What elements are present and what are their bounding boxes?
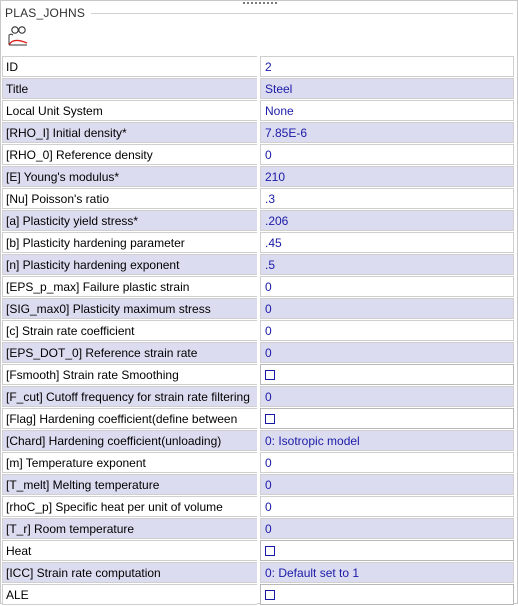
attribute-row: [Nu] Poisson's ratio .3 (2, 188, 514, 210)
attribute-label: [m] Temperature exponent (2, 452, 257, 473)
attribute-label: [ICC] Strain rate computation (2, 562, 257, 583)
attribute-row: [Chard] Hardening coefficient(unloading)… (2, 430, 514, 452)
attribute-row: [SIG_max0] Plasticity maximum stress 0 (2, 298, 514, 320)
attribute-label: [c] Strain rate coefficient (2, 320, 257, 341)
attribute-row: [a] Plasticity yield stress* .206 (2, 210, 514, 232)
attribute-value-field[interactable]: 7.85E-6 (260, 122, 514, 143)
attribute-label: [Chard] Hardening coefficient(unloading) (2, 430, 257, 451)
attribute-row: [n] Plasticity hardening exponent .5 (2, 254, 514, 276)
checkbox[interactable] (265, 590, 275, 600)
attribute-value-field[interactable]: 0 (260, 342, 514, 363)
attribute-value-field[interactable]: 0: Default set to 1 (260, 562, 514, 583)
attribute-row: Heat (2, 540, 514, 562)
attribute-row: [b] Plasticity hardening parameter .45 (2, 232, 514, 254)
attribute-value-field[interactable]: 0: Isotropic model (260, 430, 514, 451)
attribute-row: [F_cut] Cutoff frequency for strain rate… (2, 386, 514, 408)
attribute-value-field[interactable]: .206 (260, 210, 514, 231)
attribute-label: [RHO_0] Reference density (2, 144, 257, 165)
attribute-table: ID 2 Title Steel Local Unit System None [RHO_I… (2, 56, 514, 606)
attribute-value-field[interactable]: 0 (260, 496, 514, 517)
attribute-row: [Flag] Hardening coefficient(define betw… (2, 408, 514, 430)
attribute-value-field[interactable]: 0 (260, 518, 514, 539)
attribute-value-field[interactable]: 0 (260, 320, 514, 341)
attribute-row: Local Unit System None (2, 100, 514, 122)
attribute-label: [EPS_DOT_0] Reference strain rate (2, 342, 257, 363)
attribute-row: ID 2 (2, 56, 514, 78)
attribute-value-field[interactable]: 2 (260, 56, 514, 77)
checkbox[interactable] (265, 370, 275, 380)
checkbox[interactable] (265, 414, 275, 424)
attribute-row: [m] Temperature exponent 0 (2, 452, 514, 474)
header-divider (91, 13, 513, 14)
attribute-row: [E] Young's modulus* 210 (2, 166, 514, 188)
attribute-label: Heat (2, 540, 257, 561)
material-panel: PLAS_JOHNS ID 2 Title Steel Local Unit Syste… (0, 0, 518, 606)
attribute-checkbox-cell[interactable] (260, 540, 514, 561)
attribute-checkbox-cell[interactable] (260, 364, 514, 385)
attribute-value-field[interactable]: .3 (260, 188, 514, 209)
attribute-label: ID (2, 56, 257, 77)
resize-grip[interactable] (242, 1, 278, 5)
attribute-row: [rhoC_p] Specific heat per unit of volum… (2, 496, 514, 518)
attribute-value-field[interactable]: 0 (260, 298, 514, 319)
attribute-label: [SIG_max0] Plasticity maximum stress (2, 298, 257, 319)
material-curve-icon[interactable] (7, 23, 29, 47)
attribute-row: ALE (2, 584, 514, 606)
attribute-row: [EPS_p_max] Failure plastic strain 0 (2, 276, 514, 298)
attribute-value-field[interactable]: 210 (260, 166, 514, 187)
attribute-label: [rhoC_p] Specific heat per unit of volum… (2, 496, 257, 517)
attribute-row: [RHO_I] Initial density* 7.85E-6 (2, 122, 514, 144)
attribute-value-field[interactable]: 0 (260, 276, 514, 297)
attribute-label: [Nu] Poisson's ratio (2, 188, 257, 209)
attribute-row: [T_r] Room temperature 0 (2, 518, 514, 540)
panel-title: PLAS_JOHNS (5, 6, 86, 20)
attribute-label: [F_cut] Cutoff frequency for strain rate… (2, 386, 257, 407)
attribute-label: [n] Plasticity hardening exponent (2, 254, 257, 275)
attribute-row: Title Steel (2, 78, 514, 100)
attribute-label: [T_r] Room temperature (2, 518, 257, 539)
attribute-label: [E] Young's modulus* (2, 166, 257, 187)
attribute-checkbox-cell[interactable] (260, 584, 514, 605)
attribute-value-field[interactable]: 0 (260, 144, 514, 165)
attribute-row: [T_melt] Melting temperature 0 (2, 474, 514, 496)
attribute-value-field[interactable]: None (260, 100, 514, 121)
attribute-label: Local Unit System (2, 100, 257, 121)
attribute-checkbox-cell[interactable] (260, 408, 514, 429)
attribute-value-field[interactable]: 0 (260, 474, 514, 495)
attribute-row: [RHO_0] Reference density 0 (2, 144, 514, 166)
attribute-label: [RHO_I] Initial density* (2, 122, 257, 143)
attribute-label: [EPS_p_max] Failure plastic strain (2, 276, 257, 297)
attribute-label: ALE (2, 584, 257, 605)
attribute-value-field[interactable]: .45 (260, 232, 514, 253)
attribute-value-field[interactable]: Steel (260, 78, 514, 99)
attribute-label: [Flag] Hardening coefficient(define betw… (2, 408, 257, 429)
checkbox[interactable] (265, 546, 275, 556)
attribute-row: [c] Strain rate coefficient 0 (2, 320, 514, 342)
attribute-label: [T_melt] Melting temperature (2, 474, 257, 495)
attribute-row: [Fsmooth] Strain rate Smoothing (2, 364, 514, 386)
attribute-label: [Fsmooth] Strain rate Smoothing (2, 364, 257, 385)
attribute-value-field[interactable]: 0 (260, 386, 514, 407)
attribute-label: Title (2, 78, 257, 99)
attribute-label: [b] Plasticity hardening parameter (2, 232, 257, 253)
attribute-label: [a] Plasticity yield stress* (2, 210, 257, 231)
attribute-value-field[interactable]: .5 (260, 254, 514, 275)
attribute-value-field[interactable]: 0 (260, 452, 514, 473)
attribute-row: [ICC] Strain rate computation 0: Default … (2, 562, 514, 584)
attribute-row: [EPS_DOT_0] Reference strain rate 0 (2, 342, 514, 364)
